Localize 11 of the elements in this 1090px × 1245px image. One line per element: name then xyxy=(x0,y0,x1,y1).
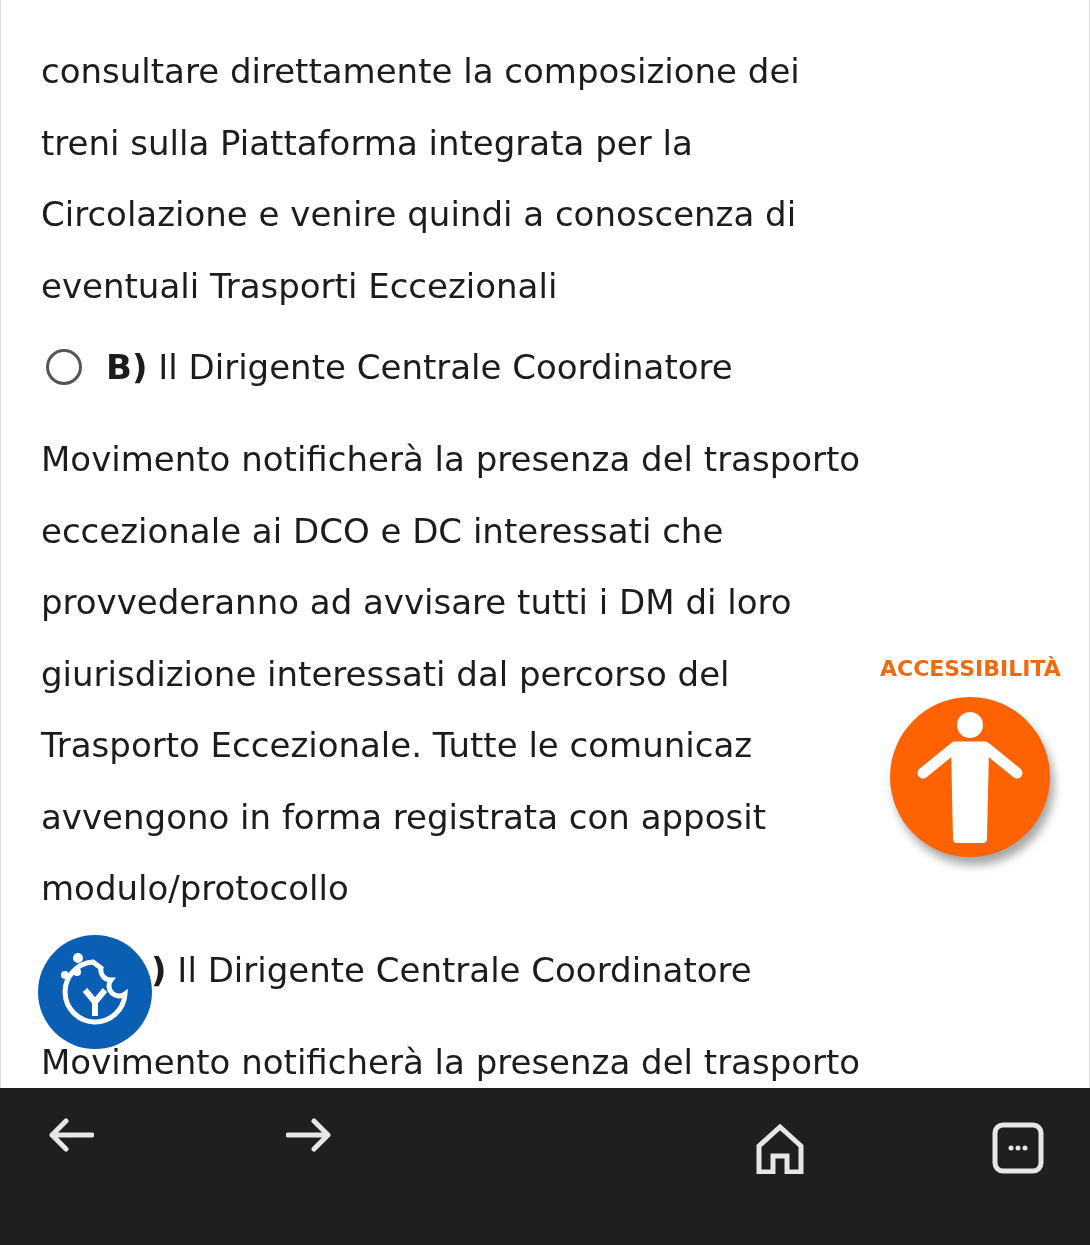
option-text: Movimento notificherà la presenza del trasporto eccezionale ai DCO e DC interessati che provvederanno ad avvisare tutti i DM di loro giurisdizione interessati dal percorso del Trasporto Eccezionale. Tutte le comunicaz avvengono in forma registrata con apposit modulo/protocollo xyxy=(41,438,861,910)
option-text: ) Il Dirigente Centrale Coordinatore xyxy=(151,949,752,990)
radio-button[interactable] xyxy=(46,349,82,385)
home-button[interactable] xyxy=(756,1124,804,1174)
back-button[interactable] xyxy=(48,1118,94,1152)
question-text: consultare direttamente la composizione dei treni sulla Piattaforma integrata per la Circolazione e venire quindi a conoscenza di eventuali Trasporti Eccezionali xyxy=(41,50,800,308)
accessibility-label: ACCESSIBILITÀ xyxy=(880,656,1061,681)
option-text: B) Il Dirigente Centrale Coordinatore xyxy=(106,347,733,387)
forward-button[interactable] xyxy=(286,1118,332,1152)
more-button[interactable] xyxy=(992,1122,1044,1174)
option-text: Movimento notificherà la presenza del trasporto xyxy=(41,1040,861,1084)
